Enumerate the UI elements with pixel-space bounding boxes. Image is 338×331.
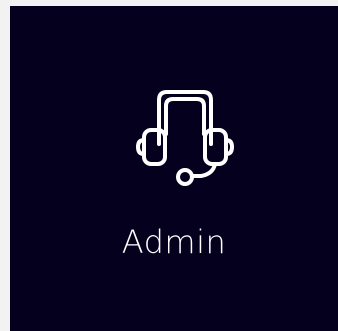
admin-tile[interactable]: Admin <box>10 6 338 331</box>
tile-label: Admin <box>121 223 227 261</box>
headset-icon <box>136 90 234 186</box>
